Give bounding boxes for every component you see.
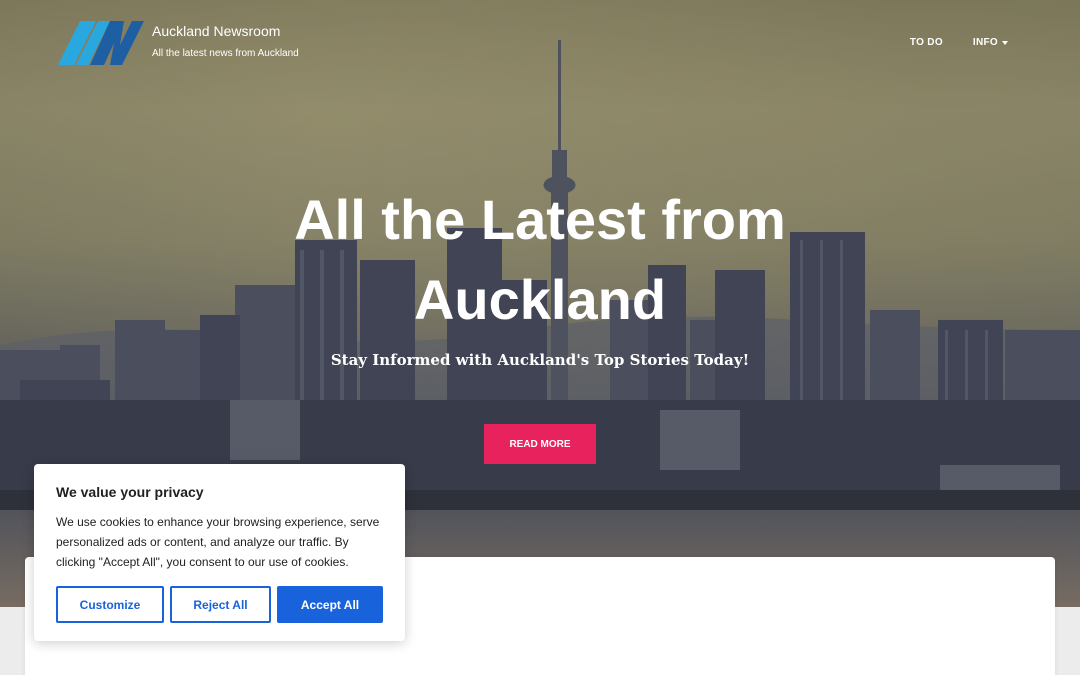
caret-down-icon (1002, 40, 1008, 45)
brand-name[interactable]: Auckland Newsroom (152, 23, 280, 39)
cookie-banner-title: We value your privacy (56, 484, 204, 500)
nav-item-info[interactable]: INFO (973, 37, 1008, 48)
nav-item-label: INFO (972, 37, 998, 48)
main-nav: TO DO INFO (910, 37, 1008, 48)
hero-title: All the Latest from Auckland (294, 188, 786, 331)
hero-subtitle: Stay Informed with Auckland's Top Storie… (330, 351, 750, 369)
accept-all-button[interactable]: Accept All (277, 586, 383, 623)
brand-tagline: All the latest news from Auckland (152, 48, 299, 59)
reject-all-button[interactable]: Reject All (170, 586, 271, 623)
cookie-banner-text: We use cookies to enhance your browsing … (56, 515, 380, 569)
nav-item-todo[interactable]: TO DO (910, 37, 943, 48)
read-more-button[interactable]: READ MORE (484, 424, 596, 464)
cookie-consent-banner: We value your privacy We use cookies to … (34, 464, 405, 641)
an-logo-icon[interactable] (58, 21, 144, 65)
customize-button[interactable]: Customize (56, 586, 164, 623)
nav-item-label: TO DO (909, 37, 943, 48)
